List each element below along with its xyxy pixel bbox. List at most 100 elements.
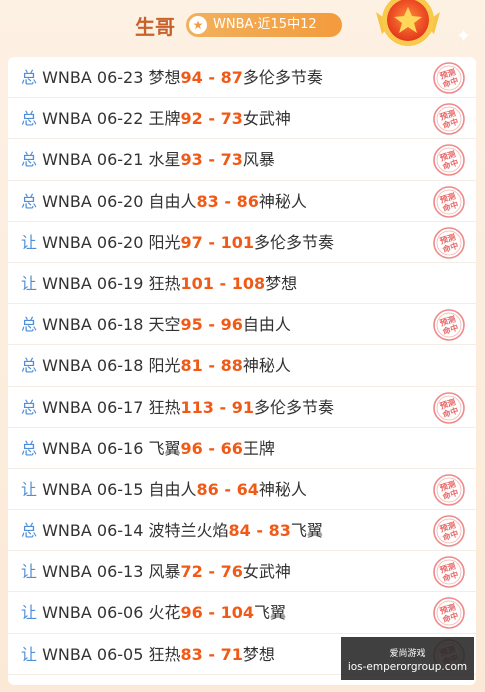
home-team: 飞翼 [148,438,181,458]
away-team: 多伦多节奏 [253,397,334,417]
watermark: 爱尚游戏 ios-emperorgroup.com [341,637,474,680]
hit-stamp-icon: 预测命中 [433,309,465,341]
watermark-url: ios-emperorgroup.com [347,661,468,673]
away-score: 91 [231,397,254,417]
hit-stamp-icon: 预测命中 [433,556,465,589]
bet-type: 总 [21,315,38,335]
home-score: 92 [180,109,203,129]
hit-stamp-icon: 预测命中 [433,226,465,259]
away-score: 104 [220,603,254,623]
score-separator: - [202,68,221,87]
score-separator: - [202,232,221,252]
prediction-list: 总 WNBA 06-23 梦想94 - 87多伦多节奏 预测 命中总 WNBA 06… [8,57,476,685]
hit-stamp-icon: 预测命中 [433,103,465,135]
league: WNBA [42,109,92,129]
league: WNBA [42,644,92,664]
bet-type: 总 [21,438,38,458]
star-icon: ★ [189,16,207,34]
match-date: 06-22 [96,109,144,129]
league: WNBA [42,603,92,623]
home-score: 94 [180,68,203,87]
score-separator: - [202,356,221,376]
match-date: 06-23 [96,68,144,87]
watermark-title: 爱尚游戏 [389,649,426,659]
header: 生哥 ★ WNBA·近15中12 ✦ [0,0,485,56]
match-date: 06-15 [96,479,144,499]
home-team: 风暴 [148,562,181,582]
home-score: 96 [180,438,203,458]
hit-stamp-icon: 预测命中 [433,597,465,630]
home-score: 83 [180,644,203,664]
match-date: 06-05 [96,644,144,664]
away-team: 王牌 [242,438,275,458]
record-badge: ★ WNBA·近15中12 [186,13,342,37]
prediction-row[interactable]: 总 WNBA 06-22 王牌92 - 73女武神 预测 命中 [8,98,476,140]
bet-type: 总 [21,68,38,87]
match-date: 06-18 [96,315,144,335]
hit-stamp-icon: 预测命中 [433,515,465,547]
hit-stamp-icon: 预测命中 [433,144,465,177]
prediction-row[interactable]: 总 WNBA 06-18 阳光81 - 88神秘人 [8,345,476,387]
score-separator: - [213,397,232,417]
bet-type: 总 [21,521,38,541]
prediction-row[interactable]: 总 WNBA 06-18 天空95 - 96自由人 预测 命中 [8,304,476,346]
away-team: 神秘人 [258,191,307,211]
away-team: 神秘人 [242,356,291,376]
bet-type: 总 [21,150,38,170]
expert-name[interactable]: 生哥 [135,11,175,40]
home-team: 天空 [148,315,181,335]
away-score: 66 [220,438,243,458]
away-team: 神秘人 [258,479,307,499]
prediction-row[interactable]: 让 WNBA 06-06 火花96 - 104飞翼 预测 命中 [8,592,476,634]
prediction-row[interactable]: 让 WNBA 06-20 阳光97 - 101多伦多节奏 预测 命中 [8,222,476,263]
home-score: 97 [180,232,203,252]
score-separator: - [202,438,221,458]
bet-type: 总 [21,109,38,129]
prediction-row[interactable]: 总 WNBA 06-16 飞翼96 - 66王牌 [8,428,476,469]
league: WNBA [42,232,92,252]
home-team: 火花 [148,603,181,623]
league: WNBA [42,438,92,458]
score-separator: - [250,521,269,541]
away-score: 73 [220,109,243,129]
prediction-row[interactable]: 总 WNBA 06-17 狂热113 - 91多伦多节奏 预测 命中 [8,387,476,428]
bet-type: 让 [21,603,38,623]
score-separator: - [218,191,237,211]
bet-type: 让 [21,562,38,582]
match-date: 06-13 [96,562,144,582]
prediction-row[interactable]: 让 WNBA 06-19 狂热101 - 108梦想 [8,263,476,305]
home-score: 72 [180,562,203,582]
away-score: 71 [220,644,243,664]
away-score: 108 [231,273,266,293]
away-team: 飞翼 [290,521,323,541]
match-date: 06-20 [96,232,144,252]
medal-icon [376,0,440,46]
home-score: 86 [196,479,219,499]
match-date: 06-14 [96,521,144,541]
home-team: 王牌 [148,109,181,129]
prediction-row[interactable]: 总 WNBA 06-21 水星93 - 73风暴 预测 命中 [8,139,476,181]
hit-stamp-icon: 预测命中 [433,185,465,218]
score-separator: - [202,150,221,170]
home-score: 96 [180,603,203,623]
league: WNBA [42,562,92,582]
prediction-row[interactable]: 总 WNBA 06-23 梦想94 - 87多伦多节奏 预测 命中 [8,57,476,99]
league: WNBA [42,521,92,541]
home-score: 101 [180,273,214,293]
league: WNBA [42,191,92,211]
away-team: 女武神 [242,562,291,582]
away-score: 101 [220,232,254,252]
hit-stamp-icon: 预测命中 [433,62,465,94]
home-team: 自由人 [148,191,197,211]
prediction-row[interactable]: 让 WNBA 06-13 风暴72 - 76女武神 预测 命中 [8,551,476,593]
bet-type: 总 [21,397,38,417]
prediction-row[interactable]: 总 WNBA 06-14 波特兰火焰84 - 83飞翼 预测 命中 [8,510,476,552]
prediction-row[interactable]: 让 WNBA 06-15 自由人86 - 64神秘人 预测 命中 [8,469,476,511]
away-team: 梦想 [265,273,298,293]
away-team: 多伦多节奏 [253,232,334,252]
prediction-row[interactable]: 总 WNBA 06-20 自由人83 - 86神秘人 预测 命中 [8,181,476,222]
score-separator: - [202,644,221,664]
match-date: 06-18 [96,356,144,376]
home-team: 波特兰火焰 [148,521,229,541]
bet-type: 让 [21,232,38,252]
